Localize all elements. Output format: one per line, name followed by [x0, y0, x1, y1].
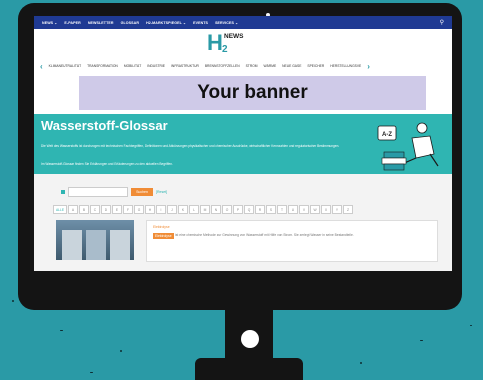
letter-filter[interactable]: S	[266, 205, 276, 214]
ad-banner[interactable]: Your banner	[79, 76, 426, 110]
nav-item-events[interactable]: EVENTS	[193, 21, 208, 25]
top-navigation: NEWS ⌄ E-PAPER NEWSLETTER GLOSSAR H2-MAR…	[34, 16, 452, 29]
letter-filter[interactable]: W	[310, 205, 320, 214]
category-item[interactable]: NEUE GASE	[282, 64, 301, 68]
letter-filter[interactable]: M	[200, 205, 210, 214]
letter-filter[interactable]: N	[211, 205, 221, 214]
letter-filter[interactable]: X	[321, 205, 331, 214]
nav-item-services[interactable]: SERVICES ⌄	[215, 21, 238, 25]
entry-image[interactable]	[56, 220, 134, 260]
entry-label: Elektrolyse	[153, 233, 174, 239]
chevron-right-icon[interactable]: ›	[367, 62, 370, 71]
illus-head	[416, 122, 428, 134]
glossary-content: Suchen [Reset] ALLE A B C D E F G H I J K L M N O P Q R S T U…	[34, 174, 452, 271]
category-item[interactable]: SPEICHER	[307, 64, 324, 68]
nav-item-newsletter[interactable]: NEWSLETTER	[88, 21, 114, 25]
monitor-stand	[195, 358, 303, 380]
letter-filter[interactable]: E	[112, 205, 122, 214]
browser-screen: NEWS ⌄ E-PAPER NEWSLETTER GLOSSAR H2-MAR…	[34, 16, 452, 271]
category-item[interactable]: BRENNSTOFFZELLEN	[205, 64, 240, 68]
category-item[interactable]: INFRASTRUKTUR	[171, 64, 199, 68]
category-item[interactable]: INDUSTRIE	[147, 64, 165, 68]
illus-badge: A-Z	[382, 132, 392, 138]
reading-person-illustration: A-Z	[377, 122, 439, 171]
letter-filter[interactable]: D	[101, 205, 111, 214]
letter-filter[interactable]: I	[156, 205, 166, 214]
image-shape	[110, 230, 130, 260]
page-title: Wasserstoff-Glossar	[41, 118, 168, 133]
letter-filter[interactable]: U	[288, 205, 298, 214]
letter-filter[interactable]: A	[68, 205, 78, 214]
letter-filter[interactable]: K	[178, 205, 188, 214]
reset-link[interactable]: [Reset]	[156, 190, 167, 194]
category-item[interactable]: STROM	[246, 64, 258, 68]
letter-filter[interactable]: R	[255, 205, 265, 214]
power-button-icon	[241, 330, 259, 348]
category-item[interactable]: WÄRME	[264, 64, 277, 68]
letter-filter[interactable]: F	[123, 205, 133, 214]
letter-filter[interactable]: V	[299, 205, 309, 214]
banner-row: Your banner	[34, 73, 452, 114]
illus-stack	[381, 157, 407, 165]
hero-note: Im Wasserstoff-Glossar finden Sie Erklär…	[41, 162, 173, 166]
search-icon[interactable]: ⚲	[440, 19, 444, 26]
letter-filter[interactable]: O	[222, 205, 232, 214]
letter-filter[interactable]: H	[145, 205, 155, 214]
category-item[interactable]: TRANSFORMATION	[87, 64, 118, 68]
letter-filter[interactable]: J	[167, 205, 177, 214]
search-marker-icon	[61, 190, 65, 194]
image-shape	[86, 230, 106, 260]
nav-item-epaper[interactable]: E-PAPER	[64, 21, 80, 25]
letter-filter[interactable]: P	[233, 205, 243, 214]
image-shape	[62, 230, 82, 260]
hero-description: Die Welt des Wasserstoffs ist durchzogen…	[41, 144, 340, 148]
letter-filter[interactable]: B	[79, 205, 89, 214]
category-item[interactable]: HERSTELLUNGSVE	[330, 64, 361, 68]
letter-filter[interactable]: T	[277, 205, 287, 214]
letter-filter[interactable]: Q	[244, 205, 254, 214]
category-item[interactable]: KLIMANEUTRALITÄT	[49, 64, 81, 68]
letter-filter[interactable]: Y	[332, 205, 342, 214]
search-form: Suchen [Reset]	[61, 187, 167, 197]
illus-stack	[383, 163, 405, 171]
letter-filter[interactable]: G	[134, 205, 144, 214]
search-button[interactable]: Suchen	[131, 188, 153, 196]
letter-filter[interactable]: Z	[343, 205, 353, 214]
illus-stack	[383, 151, 405, 159]
chevron-left-icon[interactable]: ‹	[40, 62, 43, 71]
nav-item-news[interactable]: NEWS ⌄	[42, 21, 57, 25]
glossary-hero: Wasserstoff-Glossar Die Welt des Wassers…	[34, 114, 452, 174]
alphabet-filter: ALLE A B C D E F G H I J K L M N O P Q R S T U V W X Y Z	[53, 205, 353, 214]
letter-filter-all[interactable]: ALLE	[53, 205, 67, 214]
category-bar: ‹ KLIMANEUTRALITÄT TRANSFORMATION MOBILI…	[34, 59, 452, 73]
nav-item-marktspiegel[interactable]: H2-MARKTSPIEGEL ⌄	[146, 21, 186, 25]
glossary-entry[interactable]: Elektrolyse Elektrolyse ist eine chemisc…	[146, 220, 438, 262]
nav-item-glossar[interactable]: GLOSSAR	[121, 21, 139, 25]
search-input[interactable]	[68, 187, 128, 197]
category-item[interactable]: MOBILITÄT	[124, 64, 141, 68]
letter-filter[interactable]: L	[189, 205, 199, 214]
entry-text: ist eine chemische Methode zur Gewinnung…	[175, 233, 354, 237]
entry-tag[interactable]: Elektrolyse	[153, 225, 170, 229]
logo-bar: H 2 NEWS	[34, 29, 452, 59]
site-logo[interactable]: H 2 NEWS	[207, 32, 244, 56]
letter-filter[interactable]: C	[90, 205, 100, 214]
